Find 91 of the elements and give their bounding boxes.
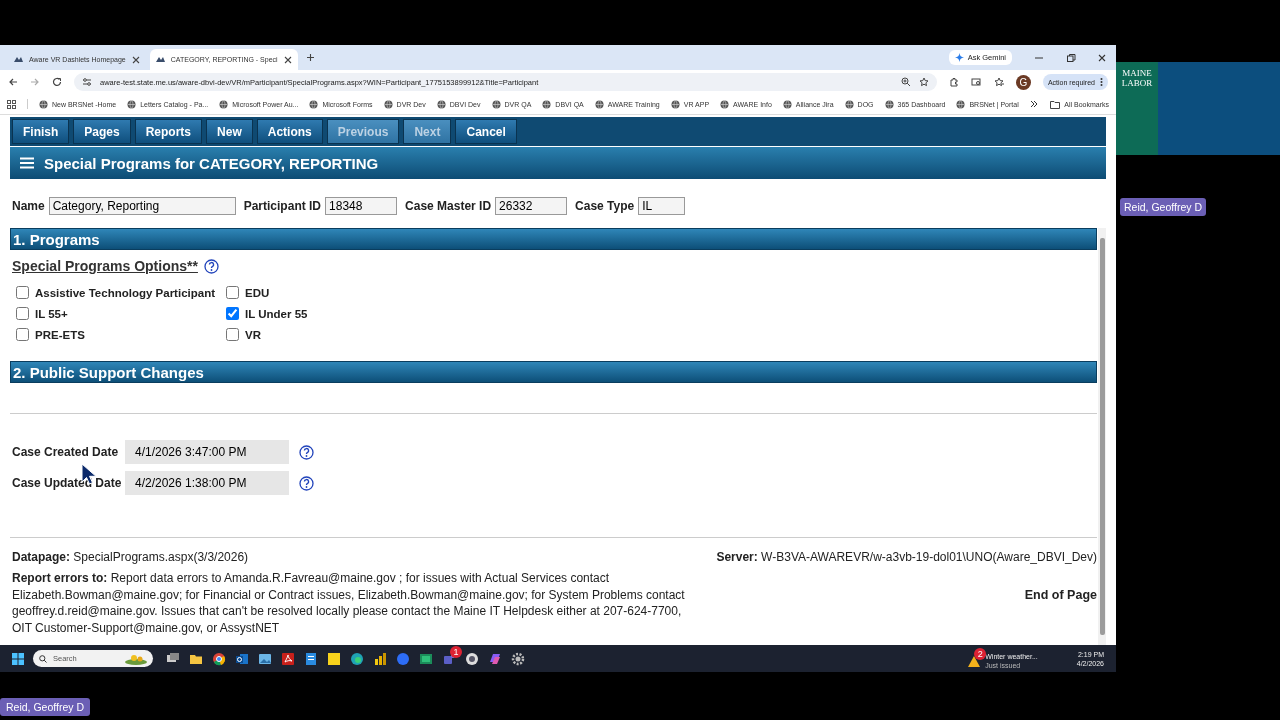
windows-start-icon[interactable] <box>12 652 24 665</box>
globe-icon <box>542 99 552 109</box>
bookmark-star-icon[interactable] <box>918 77 929 87</box>
spreadsheet-icon[interactable] <box>419 651 433 666</box>
globe-icon <box>594 99 604 109</box>
checkbox[interactable] <box>16 286 29 299</box>
sparkle-icon <box>954 53 964 62</box>
globe-icon <box>436 99 446 109</box>
search-icon <box>39 654 47 663</box>
checkbox-label: VR <box>245 328 261 341</box>
toolbar-button[interactable]: Finish <box>12 119 70 144</box>
checkbox[interactable] <box>226 286 239 299</box>
checkbox-label: Assistive Technology Participant <box>35 286 215 299</box>
field-label: Case Type <box>575 199 635 213</box>
toolbar-button[interactable]: Reports <box>134 119 203 144</box>
notification-badge: 1 <box>450 645 462 658</box>
toolbar-button[interactable]: Cancel <box>455 119 517 144</box>
maine-labor-logo: MAINE LABOR <box>1116 62 1158 155</box>
section-header: 1. Programs <box>10 228 1097 250</box>
globe-icon <box>39 99 48 109</box>
text-field[interactable]: 18348 <box>325 197 398 215</box>
menu-icon[interactable] <box>20 157 34 169</box>
checkbox-label: PRE-ETS <box>35 328 85 341</box>
globe-icon <box>956 99 966 109</box>
toolbar-button[interactable]: New <box>206 119 253 144</box>
text-field[interactable]: IL <box>638 197 686 215</box>
globe-icon <box>720 99 730 109</box>
circle-app-icon[interactable] <box>465 651 479 666</box>
new-tab-icon[interactable] <box>305 53 315 62</box>
help-icon[interactable] <box>299 475 314 491</box>
participant-name-tag: Reid, Geoffrey D <box>0 698 90 716</box>
site-settings-icon[interactable] <box>82 77 92 87</box>
pdf-icon[interactable] <box>281 651 295 666</box>
checkbox-label: IL Under 55 <box>245 307 308 320</box>
checkbox-label: IL 55+ <box>35 307 68 320</box>
apps-icon[interactable] <box>7 99 16 109</box>
toolbar-button[interactable]: Actions <box>256 119 323 144</box>
globe-icon <box>491 99 501 109</box>
restore-icon[interactable] <box>1066 52 1076 63</box>
bar-chart-icon[interactable] <box>373 651 387 666</box>
checkbox-label: EDU <box>245 286 270 299</box>
end-of-page-text: End of Page <box>1024 587 1097 604</box>
globe-icon <box>782 99 792 109</box>
more-icon[interactable] <box>1100 77 1103 87</box>
close-icon[interactable] <box>131 55 140 64</box>
help-icon[interactable] <box>203 258 219 274</box>
tab-search-icon[interactable] <box>970 77 982 87</box>
folder-icon <box>1050 99 1061 109</box>
gear-icon[interactable] <box>511 651 525 666</box>
field-label: Participant ID <box>243 199 322 213</box>
reload-icon[interactable] <box>52 77 62 87</box>
toolbar-button[interactable]: Pages <box>73 119 131 144</box>
back-icon[interactable] <box>8 77 18 87</box>
document-icon[interactable] <box>304 651 318 666</box>
globe-icon <box>670 99 680 109</box>
server-text: Server: W-B3VA-AWAREVR/w-a3vb-19-dol01\UNO(Aware_DBVI_Dev) <box>716 550 1097 564</box>
scrollbar[interactable] <box>1098 228 1106 646</box>
aware-logo-icon <box>14 55 23 64</box>
sticky-note-icon[interactable] <box>327 651 341 666</box>
text-field[interactable]: Category, Reporting <box>48 197 236 215</box>
photos-icon[interactable] <box>258 651 272 666</box>
checkbox[interactable] <box>226 307 239 320</box>
bookmarks-icon[interactable] <box>993 77 1004 87</box>
text-field[interactable]: 26332 <box>495 197 568 215</box>
checkbox[interactable] <box>16 307 29 320</box>
globe-icon <box>219 99 229 109</box>
globe-icon <box>127 99 137 109</box>
field-label: Name <box>12 199 45 213</box>
zoom-icon[interactable] <box>900 77 911 87</box>
options-title: Special Programs Options** <box>12 258 198 274</box>
date-field[interactable]: 4/1/2026 3:47:00 PM <box>125 440 289 464</box>
globe-icon <box>383 99 393 109</box>
participant-name-tag: Reid, Geoffrey D <box>1120 198 1206 216</box>
globe-icon <box>309 99 319 109</box>
report-errors-text: Report errors to: Report data errors to Amanda.R.Favreau@maine.gov ; for issues with Actual Services contact Elizabeth.Bowman@maine.gov; for Financial or Contract issues, Elizabeth.Bowman@maine.gov; for System Problems contact geoffrey.d.reid@maine.gov. Issues that can't be resolved locally please contact the Maine IT Helpdesk either at 207-624-7700, OIT Customer-Support@maine.gov, or AssystNET <box>12 570 686 636</box>
date-field[interactable]: 4/2/2026 1:38:00 PM <box>125 471 289 495</box>
datapage-text: Datapage: SpecialPrograms.aspx(3/3/2026) <box>12 550 249 564</box>
close-icon[interactable] <box>283 55 292 64</box>
aware-logo-icon <box>155 55 165 64</box>
field-label: Case Created Date <box>12 445 120 459</box>
checkbox[interactable] <box>226 328 239 341</box>
page-title: Special Programs for CATEGORY, REPORTING <box>44 154 379 172</box>
field-label: Case Master ID <box>405 199 492 213</box>
more-bookmarks-icon[interactable] <box>1030 100 1039 108</box>
globe-icon <box>844 99 854 109</box>
globe-icon <box>884 99 894 109</box>
checkbox[interactable] <box>16 328 29 341</box>
profile-avatar[interactable]: G <box>1015 74 1031 90</box>
close-icon[interactable] <box>1098 53 1106 62</box>
section-header: 2. Public Support Changes <box>10 361 1097 383</box>
help-icon[interactable] <box>299 444 314 460</box>
